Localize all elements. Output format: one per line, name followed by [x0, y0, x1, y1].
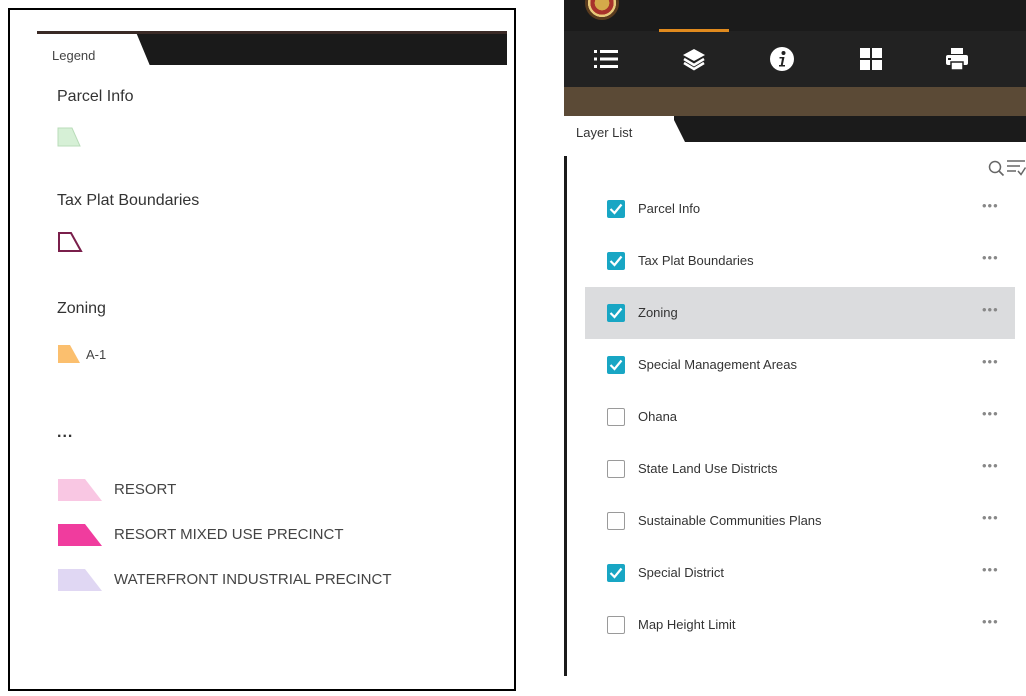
legend-item-resort-label: RESORT — [114, 481, 177, 498]
more-options-icon[interactable]: ••• — [982, 303, 999, 316]
checkmark-icon — [609, 203, 623, 215]
legend-heading-zoning: Zoning — [57, 300, 106, 317]
checkmark-icon — [609, 255, 623, 267]
more-options-icon[interactable]: ••• — [982, 563, 999, 576]
resort-mixed-use-swatch-icon — [58, 524, 102, 546]
about-widget-button[interactable] — [754, 31, 810, 87]
more-options-icon[interactable]: ••• — [982, 459, 999, 472]
tab-legend[interactable]: Legend — [37, 34, 153, 73]
layer-name: Zoning — [638, 305, 678, 320]
layer-name: Tax Plat Boundaries — [638, 253, 754, 268]
legend-heading-tax-plat-boundaries: Tax Plat Boundaries — [57, 192, 200, 209]
legend-item-a1-label: A-1 — [86, 347, 107, 362]
layer-row-map-height-limit[interactable]: Map Height Limit ••• — [585, 599, 1015, 651]
layer-checkbox[interactable] — [607, 460, 625, 478]
layer-row-zoning[interactable]: Zoning ••• — [585, 287, 1015, 339]
legend-icon — [594, 50, 618, 68]
widget-toolbar — [564, 31, 1026, 87]
layer-list-panel: Layer List Parcel Info ••• Tax Plat Boun… — [564, 0, 1026, 676]
layer-row-sustainable-communities-plans[interactable]: Sustainable Communities Plans ••• — [585, 495, 1015, 547]
more-options-icon[interactable]: ••• — [982, 355, 999, 368]
layer-checkbox[interactable] — [607, 564, 625, 582]
layer-name: Sustainable Communities Plans — [638, 513, 822, 528]
layer-name: Ohana — [638, 409, 678, 424]
parcel-info-swatch-icon — [57, 127, 81, 147]
more-options-icon[interactable]: ••• — [982, 199, 999, 212]
layer-checkbox[interactable] — [607, 304, 625, 322]
layer-list-tab-label: Layer List — [576, 125, 633, 140]
layer-row-special-district[interactable]: Special District ••• — [585, 547, 1015, 599]
legend-tab-label: Legend — [52, 48, 96, 63]
tax-plat-swatch-icon — [58, 232, 83, 252]
layer-checkbox[interactable] — [607, 252, 625, 270]
layer-checkbox[interactable] — [607, 200, 625, 218]
more-options-icon[interactable]: ••• — [982, 251, 999, 264]
layer-row-parcel-info[interactable]: Parcel Info ••• — [585, 183, 1015, 235]
layer-name: Special District — [638, 565, 724, 580]
county-seal-logo — [585, 0, 619, 20]
checkmark-icon — [609, 359, 623, 371]
print-widget-button[interactable] — [929, 31, 985, 87]
basemap-gallery-widget-button[interactable] — [843, 31, 899, 87]
legend-heading-parcel-info: Parcel Info — [57, 88, 134, 105]
search-icon[interactable] — [988, 160, 1005, 177]
layer-checkbox[interactable] — [607, 356, 625, 374]
waterfront-industrial-swatch-icon — [58, 569, 102, 591]
checkmark-icon — [609, 307, 623, 319]
layer-checkbox[interactable] — [607, 408, 625, 426]
legend-item-waterfront-industrial-label: WATERFRONT INDUSTRIAL PRECINCT — [114, 571, 392, 588]
more-options-icon[interactable]: ••• — [982, 407, 999, 420]
active-widget-indicator — [659, 29, 729, 32]
layer-list-tab-row: Layer List — [564, 116, 1026, 156]
basemap-gallery-icon — [860, 48, 882, 70]
layer-name: State Land Use Districts — [638, 461, 778, 476]
more-options-icon[interactable]: ••• — [982, 615, 999, 628]
print-icon — [946, 48, 968, 71]
legend-panel: Legend Parcel Info Tax Plat Boundaries Z… — [8, 8, 516, 691]
layer-name: Special Management Areas — [638, 357, 797, 372]
legend-widget-button[interactable] — [578, 31, 634, 87]
tab-layer-list[interactable]: Layer List — [567, 116, 692, 156]
panel-title-band — [564, 87, 1026, 116]
legend-ellipsis: ... — [57, 424, 74, 441]
layer-list-widget-button[interactable] — [666, 31, 722, 87]
layer-name: Parcel Info — [638, 201, 701, 216]
layer-checkbox[interactable] — [607, 512, 625, 530]
legend-item-resort-mixed-use-label: RESORT MIXED USE PRECINCT — [114, 526, 344, 543]
legend-body: Parcel Info Tax Plat Boundaries Zoning A… — [10, 10, 514, 689]
info-icon — [770, 47, 794, 71]
layer-row-tax-plat-boundaries[interactable]: Tax Plat Boundaries ••• — [585, 235, 1015, 287]
layer-checkbox[interactable] — [607, 616, 625, 634]
filter-options-icon[interactable] — [1006, 158, 1026, 177]
layer-row-state-land-use-districts[interactable]: State Land Use Districts ••• — [585, 443, 1015, 495]
zoning-a1-swatch-icon — [58, 345, 80, 363]
app-header — [564, 0, 1026, 31]
layer-row-special-management-areas[interactable]: Special Management Areas ••• — [585, 339, 1015, 391]
more-options-icon[interactable]: ••• — [982, 511, 999, 524]
layer-row-ohana[interactable]: Ohana ••• — [585, 391, 1015, 443]
layer-list-tab-strip — [674, 116, 1026, 142]
layer-name: Map Height Limit — [638, 617, 736, 632]
checkmark-icon — [609, 567, 623, 579]
layers-icon — [683, 49, 705, 71]
resort-swatch-icon — [58, 479, 102, 501]
